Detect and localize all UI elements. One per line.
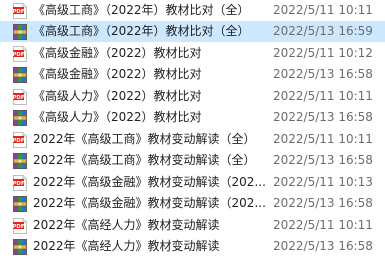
pdf-file-icon: PDF (12, 3, 27, 19)
file-name: 2022年《高级金融》教材变动解读（202... (33, 175, 266, 189)
file-modified-date: 2022/5/13 16:58 (273, 153, 373, 167)
winrar-archive-icon (13, 24, 27, 40)
file-list: PDF 《高级工商》（2022年）教材比对（全） 2022/5/11 10:11 … (0, 0, 385, 259)
file-name: 2022年《高经人力》教材变动解读 (33, 218, 220, 232)
file-name: 《高级金融》（2022）教材比对 (33, 46, 202, 60)
file-name: 《高级人力》（2022）教材比对 (33, 110, 202, 124)
pdf-file-icon: PDF (12, 218, 27, 234)
file-name: 2022年《高经人力》教材变动解读 (33, 239, 220, 253)
file-name: 2022年《高级工商》教材变动解读（全） (33, 132, 256, 146)
file-modified-date: 2022/5/13 16:58 (273, 67, 373, 81)
file-row[interactable]: PDF 2022年《高经人力》教材变动解读 2022/5/11 10:11 (0, 215, 385, 236)
file-row[interactable]: PDF 2022年《高级工商》教材变动解读（全） 2022/5/11 10:11 (0, 129, 385, 150)
file-modified-date: 2022/5/13 16:58 (273, 110, 373, 124)
file-name: 《高级工商》（2022年）教材比对（全） (33, 3, 250, 17)
file-modified-date: 2022/5/11 10:13 (273, 175, 373, 189)
file-row[interactable]: PDF 《高级金融》（2022）教材比对 2022/5/11 10:12 (0, 43, 385, 64)
file-modified-date: 2022/5/13 16:59 (273, 24, 373, 38)
winrar-archive-icon (13, 153, 27, 169)
file-modified-date: 2022/5/11 10:12 (273, 46, 373, 60)
file-name: 2022年《高级工商》教材变动解读（全） (33, 153, 256, 167)
svg-text:PDF: PDF (13, 181, 25, 187)
file-row[interactable]: 《高级金融》（2022）教材比对 2022/5/13 16:58 (0, 64, 385, 85)
file-name: 《高级金融》（2022）教材比对 (33, 67, 202, 81)
file-row[interactable]: PDF 2022年《高级金融》教材变动解读（202... 2022/5/11 10… (0, 172, 385, 193)
file-row[interactable]: 《高级工商》（2022年）教材比对（全） 2022/5/13 16:59 (0, 21, 385, 42)
pdf-file-icon: PDF (12, 175, 27, 191)
winrar-archive-icon (13, 239, 27, 255)
pdf-file-icon: PDF (12, 132, 27, 148)
winrar-archive-icon (13, 110, 27, 126)
file-row[interactable]: PDF 《高级人力》（2022）教材比对 2022/5/11 10:11 (0, 86, 385, 107)
file-modified-date: 2022/5/11 10:11 (273, 3, 373, 17)
file-row[interactable]: 2022年《高级金融》教材变动解读（202... 2022/5/13 16:58 (0, 193, 385, 214)
file-name: 2022年《高级金融》教材变动解读（202... (33, 196, 266, 210)
svg-text:PDF: PDF (13, 138, 25, 144)
svg-text:PDF: PDF (13, 224, 25, 230)
file-name: 《高级工商》（2022年）教材比对（全） (33, 24, 250, 38)
file-modified-date: 2022/5/11 10:11 (273, 132, 373, 146)
file-name: 《高级人力》（2022）教材比对 (33, 89, 202, 103)
file-modified-date: 2022/5/11 10:11 (273, 218, 373, 232)
file-row[interactable]: 2022年《高经人力》教材变动解读 2022/5/13 16:58 (0, 236, 385, 257)
svg-text:PDF: PDF (13, 95, 25, 101)
file-modified-date: 2022/5/13 16:58 (273, 239, 373, 253)
file-modified-date: 2022/5/11 10:11 (273, 89, 373, 103)
file-row[interactable]: 《高级人力》（2022）教材比对 2022/5/13 16:58 (0, 107, 385, 128)
winrar-archive-icon (13, 67, 27, 83)
svg-text:PDF: PDF (13, 9, 25, 15)
svg-text:PDF: PDF (13, 52, 25, 58)
winrar-archive-icon (13, 196, 27, 212)
pdf-file-icon: PDF (12, 89, 27, 105)
pdf-file-icon: PDF (12, 46, 27, 62)
file-modified-date: 2022/5/13 16:58 (273, 196, 373, 210)
file-row[interactable]: PDF 《高级工商》（2022年）教材比对（全） 2022/5/11 10:11 (0, 0, 385, 21)
file-row[interactable]: 2022年《高级工商》教材变动解读（全） 2022/5/13 16:58 (0, 150, 385, 171)
